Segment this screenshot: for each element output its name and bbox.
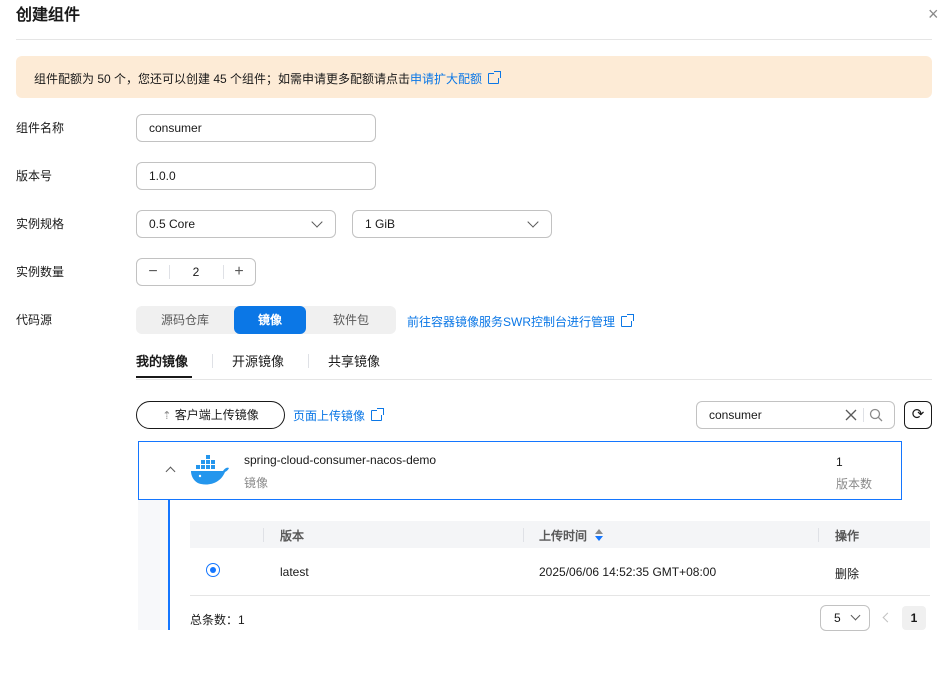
external-link-icon[interactable] [621, 314, 634, 327]
page-1-button[interactable]: 1 [902, 606, 926, 630]
page-upload-wrap: 页面上传镜像 [293, 407, 385, 424]
count-value[interactable]: 2 [169, 265, 223, 279]
version-input[interactable]: 1.0.0 [136, 162, 376, 190]
decrement-button[interactable]: − [137, 259, 169, 285]
tab-my-images[interactable]: 我的镜像 [136, 351, 188, 370]
count-label: 实例数量 [16, 265, 65, 279]
cell-upload-time: 2025/06/06 14:52:35 GMT+08:00 [539, 565, 717, 579]
close-icon[interactable]: × [928, 4, 939, 24]
quota-notice-text: 组件配额为 50 个，您还可以创建 45 个组件；如需申请更多配额请点击 [34, 72, 411, 86]
repo-name: spring-cloud-consumer-nacos-demo [244, 453, 437, 467]
row-radio[interactable] [206, 563, 220, 577]
client-upload-button[interactable]: ⇡ 客户端上传镜像 [136, 401, 285, 429]
apply-quota-link[interactable]: 申请扩大配额 [410, 72, 482, 86]
tab-shared-images[interactable]: 共享镜像 [328, 351, 380, 370]
cpu-select[interactable]: 0.5 Core [136, 210, 336, 238]
component-name-input[interactable]: consumer [136, 114, 376, 142]
clear-icon[interactable] [845, 409, 857, 421]
total-count: 总条数：1 [190, 613, 245, 627]
external-link-icon[interactable] [488, 71, 502, 84]
source-option-repo[interactable]: 源码仓库 [136, 306, 234, 334]
upload-icon: ⇡ [162, 410, 172, 422]
image-repo-card[interactable]: spring-cloud-consumer-nacos-demo 镜像 1 版本… [138, 441, 902, 500]
table-row: latest 2025/06/06 14:52:35 GMT+08:00 删除 [190, 548, 930, 596]
swr-link-wrap: 前往容器镜像服务SWR控制台进行管理 [407, 313, 634, 330]
cell-version: latest [280, 565, 309, 579]
chevron-up-icon[interactable] [165, 466, 176, 477]
col-version: 版本 [280, 529, 305, 543]
prev-page-icon[interactable] [882, 612, 893, 623]
tab-open-source-images[interactable]: 开源镜像 [232, 351, 284, 370]
source-option-package[interactable]: 软件包 [306, 306, 396, 334]
version-count-label: 版本数 [836, 477, 873, 491]
page-size-select[interactable]: 5 [820, 605, 870, 631]
source-option-image[interactable]: 镜像 [234, 306, 306, 334]
repo-type: 镜像 [244, 476, 269, 490]
external-link-icon[interactable] [371, 408, 385, 421]
chevron-down-icon [311, 216, 323, 228]
refresh-button[interactable]: ⟳ [904, 401, 932, 429]
instance-count-stepper[interactable]: − 2 + [136, 258, 256, 286]
expand-indicator [168, 500, 170, 630]
delete-link[interactable]: 删除 [835, 565, 859, 582]
dialog-title: 创建组件 [16, 7, 81, 24]
version-count: 1 [836, 455, 843, 469]
spec-label: 实例规格 [16, 217, 65, 231]
page-upload-link[interactable]: 页面上传镜像 [293, 409, 365, 423]
source-label: 代码源 [16, 313, 53, 327]
image-search-input[interactable]: consumer [696, 401, 895, 429]
name-label: 组件名称 [16, 121, 65, 135]
versions-table-header: 版本 上传时间 操作 [190, 521, 930, 548]
col-upload-time[interactable]: 上传时间 [539, 527, 587, 544]
search-icon[interactable] [869, 408, 883, 422]
title-divider [16, 39, 932, 40]
version-label: 版本号 [16, 169, 53, 183]
increment-button[interactable]: + [223, 259, 255, 285]
source-segmented-control: 源码仓库 镜像 软件包 [136, 306, 396, 334]
docker-icon [191, 455, 229, 485]
image-tabs: 我的镜像 开源镜像 共享镜像 [136, 346, 932, 380]
sort-icon[interactable] [594, 528, 604, 542]
quota-notice: 组件配额为 50 个，您还可以创建 45 个组件；如需申请更多配额请点击申请扩大… [16, 56, 932, 98]
chevron-down-icon [527, 216, 539, 228]
active-tab-indicator [136, 376, 192, 378]
col-actions: 操作 [835, 529, 860, 543]
memory-select[interactable]: 1 GiB [352, 210, 552, 238]
swr-console-link[interactable]: 前往容器镜像服务SWR控制台进行管理 [407, 315, 615, 329]
chevron-down-icon [850, 610, 861, 621]
